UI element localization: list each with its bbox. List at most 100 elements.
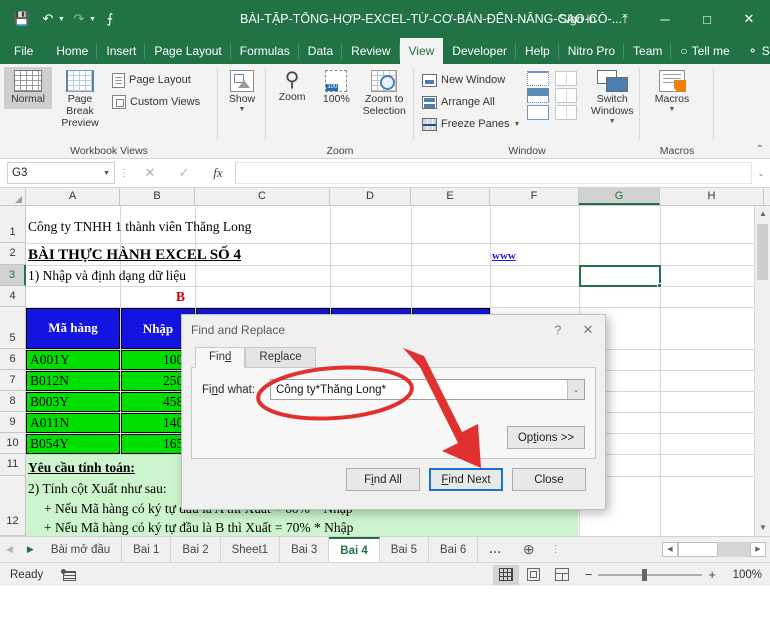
cell-A3[interactable]: 1) Nhập và định dạng dữ liệu [28,266,278,286]
cell-A9[interactable]: A011N [26,413,120,433]
selected-cell-g3[interactable] [579,265,662,288]
sheet-tab-bai-1[interactable]: Bai 1 [122,537,172,562]
sheet-tab-more[interactable]: ... [478,537,513,562]
help-icon[interactable]: ? [545,323,571,337]
row-header-10[interactable]: 10 [0,433,25,454]
name-box[interactable]: G3 ▼ [7,162,115,184]
scroll-up-button[interactable]: ▲ [755,206,770,222]
column-header-E[interactable]: E [411,188,490,205]
cell-A12-line3[interactable]: + Nếu Mã hàng có ký tự đầu là B thì Xuất… [44,518,504,536]
zoom-100-button[interactable]: 100% [314,67,358,109]
ribbon-display-options-icon[interactable]: ⤒ [606,11,644,27]
zoom-in-button[interactable]: + [708,567,716,582]
column-header-H[interactable]: H [660,188,764,205]
sheet-tab-sheet1[interactable]: Sheet1 [221,537,281,562]
find-what-input[interactable]: Công ty*Thăng Long* [271,384,567,396]
page-break-status-button[interactable] [549,565,575,585]
sheet-tab-bai-mo-dau[interactable]: Bài mở đầu [40,537,123,562]
find-what-combobox[interactable]: Công ty*Thăng Long* ⌄ [270,379,585,400]
column-header-B[interactable]: B [120,188,195,205]
sheet-tab-bai-6[interactable]: Bai 6 [429,537,479,562]
row-header-2[interactable]: 2 [0,243,25,265]
dialog-tab-find[interactable]: Find [195,347,246,368]
row-header-3[interactable]: 3 [0,265,26,286]
zoom-to-selection-button[interactable]: Zoom to Selection [358,67,410,121]
expand-formula-bar-icon[interactable]: ⌄ [754,169,768,178]
cell-A6[interactable]: A001Y [26,350,120,370]
row-header-11[interactable]: 11 [0,454,25,476]
sheet-tab-bai-2[interactable]: Bai 2 [171,537,221,562]
zoom-slider[interactable] [598,568,703,581]
show-chevron-down-icon[interactable]: ▼ [239,106,246,114]
sheet-nav-next-icon[interactable]: ▶ [27,544,34,555]
tab-page-layout[interactable]: Page Layout [145,38,231,64]
zoom-button[interactable]: ⚲ Zoom [270,67,314,107]
find-and-replace-dialog[interactable]: Find and Replace ? ✕ Find Replace Find w… [181,314,606,510]
undo-dropdown-icon[interactable]: ▼ [58,16,65,23]
add-sheet-icon[interactable]: ⊕ [513,537,545,562]
view-side-by-side-button[interactable] [555,71,578,86]
tab-view[interactable]: View [399,38,444,64]
cell-A8[interactable]: B003Y [26,392,120,412]
freeze-panes-button[interactable]: Freeze Panes ▼ [418,113,524,135]
freeze-panes-chevron-down-icon[interactable]: ▼ [513,121,520,128]
redo-dropdown-icon[interactable]: ▼ [89,16,96,23]
undo-icon[interactable]: ↶ [36,7,60,31]
hscroll-right-button[interactable]: ▶ [750,542,766,557]
formula-bar-handle[interactable]: ⋮ [115,168,133,179]
page-layout-view-button[interactable]: Page Layout [108,69,204,91]
horizontal-scrollbar[interactable]: ◀ ▶ [662,537,770,562]
sheet-tab-bai-4[interactable]: Bai 4 [329,537,380,562]
row-header-5[interactable]: 5 [0,307,25,349]
insert-function-icon[interactable]: fx [201,162,235,184]
column-header-A[interactable]: A [26,188,120,205]
switch-windows-button[interactable]: Switch Windows ▼ [588,67,636,128]
find-next-button[interactable]: Find Next [429,468,503,491]
row-header-9[interactable]: 9 [0,412,25,433]
dialog-close-icon[interactable]: ✕ [571,322,605,338]
row-header-7[interactable]: 7 [0,370,25,391]
tab-formulas[interactable]: Formulas [231,38,299,64]
enter-icon[interactable]: ✓ [167,162,201,184]
cell-A2[interactable]: BÀI THỰC HÀNH EXCEL SỐ 4 [28,245,328,265]
hscroll-left-button[interactable]: ◀ [662,542,678,557]
tab-team[interactable]: Team [624,38,672,64]
row-header-4[interactable]: 4 [0,286,25,307]
maximize-button[interactable]: □ [686,0,728,38]
name-box-chevron-down-icon[interactable]: ▼ [103,170,110,177]
hscroll-track[interactable] [678,542,750,557]
tab-data[interactable]: Data [299,38,343,64]
close-button-dialog[interactable]: Close [512,468,586,491]
row-header-12[interactable]: 12 [0,476,25,536]
page-break-preview-button[interactable]: Page Break Preview [52,67,108,132]
share-button[interactable]: ⚬Share [739,38,770,64]
sign-in-button[interactable]: Sign in [549,12,606,26]
cell-A1[interactable]: Công ty TNHH 1 thành viên Thăng Long [28,212,328,242]
tell-me-button[interactable]: ○ Tell me [671,38,738,64]
arrange-all-button[interactable]: Arrange All [418,91,524,113]
hscroll-thumb[interactable] [678,542,718,557]
tab-review[interactable]: Review [342,38,400,64]
column-header-F[interactable]: F [490,188,579,205]
zoom-out-button[interactable]: − [585,567,593,582]
cell-A5[interactable]: Mã hàng [26,308,120,349]
hide-button[interactable] [527,88,550,103]
cancel-icon[interactable]: ✕ [133,162,167,184]
tab-developer[interactable]: Developer [443,38,516,64]
macros-button[interactable]: Macros ▼ [644,67,700,117]
split-button[interactable] [527,71,550,86]
select-all-button[interactable] [0,188,26,205]
tab-insert[interactable]: Insert [97,38,146,64]
normal-view-status-button[interactable] [492,564,519,585]
collapse-ribbon-icon[interactable]: ⌃ [756,144,764,155]
show-button[interactable]: Show ▼ [222,67,262,117]
save-icon[interactable]: 💾 [10,7,34,31]
unhide-button[interactable] [527,105,550,120]
find-what-chevron-down-icon[interactable]: ⌄ [567,380,584,399]
synchronous-scrolling-button[interactable] [555,88,578,103]
find-all-button[interactable]: Find All [346,468,420,491]
customize-qat-icon[interactable]: ⨍ [98,7,122,31]
fill-handle[interactable] [657,283,662,288]
sheet-tab-bai-3[interactable]: Bai 3 [280,537,330,562]
tab-split-handle[interactable]: ⋮ [545,537,567,562]
